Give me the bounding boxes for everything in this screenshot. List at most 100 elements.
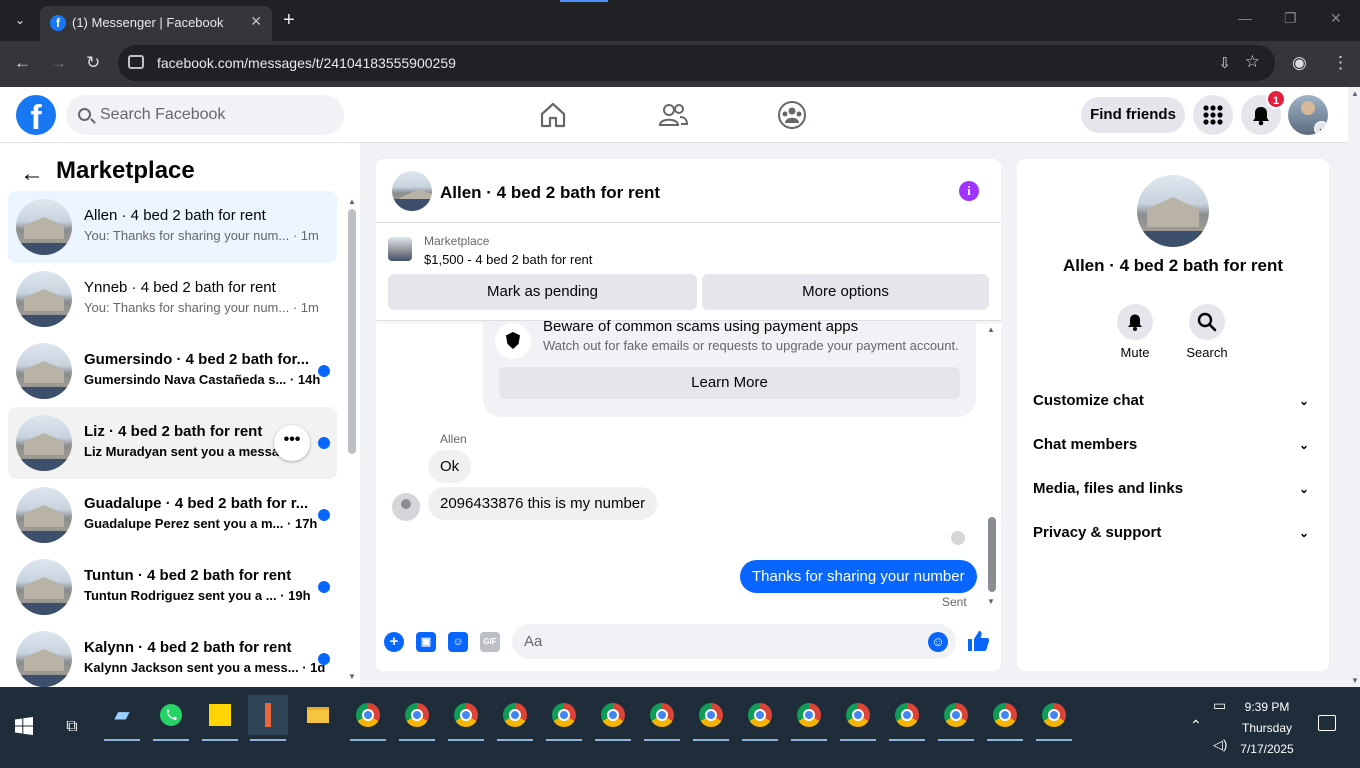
account-chevron-icon[interactable]: ⌄ [1314,121,1328,135]
home-icon[interactable] [537,99,569,131]
profile-icon[interactable]: ◉ [1292,53,1307,73]
chrome-app-icon[interactable] [593,695,633,741]
groups-icon[interactable] [776,99,808,131]
windows-start-icon[interactable] [15,717,33,735]
address-bar[interactable]: facebook.com/messages/t/2410418355590025… [118,45,1275,81]
chat-scrollbar-thumb[interactable] [988,517,996,592]
conversation-item[interactable]: Liz · 4 bed 2 bath for rent Liz Muradyan… [8,407,337,479]
list-scrollbar-thumb[interactable] [348,209,356,454]
tab-search-button[interactable]: ⌄ [8,9,32,31]
chrome-app-icon[interactable] [642,695,682,741]
tray-chevron-up-icon[interactable]: ⌃ [1190,717,1202,734]
mute-button[interactable] [1117,304,1153,340]
more-options-button[interactable]: More options [702,274,989,310]
browser-toolbar: ← → ↻ facebook.com/messages/t/2410418355… [0,41,1360,87]
conversation-item[interactable]: Allen · 4 bed 2 bath for rent You: Thank… [8,191,337,263]
listing-thumbnail[interactable] [388,237,412,261]
chrome-menu-icon[interactable]: ⋮ [1332,53,1349,73]
file-explorer-app-icon[interactable] [298,695,338,735]
bookmark-star-icon[interactable]: ☆ [1245,52,1260,72]
sender-avatar[interactable] [392,493,420,521]
search-box[interactable] [66,95,344,135]
browser-tab[interactable]: f (1) Messenger | Facebook ✕ [40,6,272,41]
search-input[interactable] [100,95,335,135]
chrome-app-icon[interactable] [691,695,731,741]
chrome-app-icon[interactable] [446,695,486,741]
details-avatar[interactable] [1137,175,1209,247]
chrome-app-icon[interactable] [740,695,780,741]
notepad-app-icon[interactable]: ▰ [102,695,142,741]
restore-button[interactable]: ❐ [1284,10,1297,27]
search-conversation-button[interactable] [1189,304,1225,340]
task-view-icon[interactable]: ⧉ [52,707,92,747]
message-bubble[interactable]: Thanks for sharing your number [740,560,977,593]
minimize-button[interactable]: — [1238,10,1252,26]
conversation-item[interactable]: Gumersindo · 4 bed 2 bath for... Gumersi… [8,335,337,407]
info-icon[interactable]: i [959,181,979,201]
emoji-icon[interactable]: ☺ [928,632,948,652]
message-box[interactable]: ☺ [512,624,956,659]
sticky-notes-app-icon[interactable] [200,695,240,741]
sticker-icon[interactable]: ☺ [448,632,468,652]
facebook-logo-icon[interactable]: f [16,95,56,135]
mark-pending-button[interactable]: Mark as pending [388,274,697,310]
close-window-button[interactable]: ✕ [1330,10,1342,27]
message-input[interactable] [524,624,904,659]
conversation-name: Gumersindo · 4 bed 2 bath for... [84,351,308,368]
chat-members-row[interactable]: Chat members ⌄ [1033,427,1313,463]
list-scroll-down-icon[interactable]: ▼ [348,672,356,681]
whatsapp-app-icon[interactable] [151,695,191,741]
more-options-icon[interactable]: ••• [274,425,310,461]
conversation-item[interactable]: Kalynn · 4 bed 2 bath for rent Kalynn Ja… [8,623,337,695]
install-app-icon[interactable]: ⇩ [1218,54,1231,72]
find-friends-button[interactable]: Find friends [1081,97,1185,133]
customize-chat-row[interactable]: Customize chat ⌄ [1033,383,1313,419]
chat-scroll-down-icon[interactable]: ▼ [987,597,995,606]
account-avatar[interactable]: ⌄ [1288,95,1328,135]
new-tab-button[interactable]: + [283,9,295,32]
chrome-app-icon[interactable] [838,695,878,741]
chrome-app-icon[interactable] [397,695,437,741]
learn-more-button[interactable]: Learn More [499,367,960,399]
list-scroll-up-icon[interactable]: ▲ [348,197,356,206]
reload-icon[interactable]: ↻ [86,53,100,73]
chrome-app-icon[interactable] [936,695,976,741]
back-icon[interactable]: ← [14,53,31,73]
message-bubble[interactable]: Ok [428,450,472,483]
chat-title[interactable]: Allen · 4 bed 2 bath for rent [440,183,660,203]
gif-icon[interactable]: GIF [480,632,500,652]
chrome-app-icon[interactable] [789,695,829,741]
chat-avatar[interactable] [392,171,432,211]
close-tab-icon[interactable]: ✕ [250,13,262,30]
photo-icon[interactable]: ▣ [416,632,436,652]
site-settings-icon[interactable] [128,55,144,69]
snipping-tool-app-icon[interactable] [248,695,288,741]
chat-scroll-up-icon[interactable]: ▲ [987,325,995,334]
volume-icon[interactable]: ◁) [1213,737,1227,753]
plus-icon[interactable]: + [384,632,404,652]
chrome-app-icon[interactable] [544,695,584,741]
chrome-app-icon[interactable] [985,695,1025,741]
page-scrollbar[interactable]: ▲ ▼ [1348,87,1360,687]
scroll-up-icon[interactable]: ▲ [1351,89,1359,98]
network-icon[interactable]: ▭ [1213,697,1226,714]
notification-center-icon[interactable] [1318,715,1336,731]
chrome-app-icon[interactable] [495,695,535,741]
forward-icon[interactable]: → [50,53,67,73]
chrome-app-icon[interactable] [887,695,927,741]
media-files-row[interactable]: Media, files and links ⌄ [1033,471,1313,507]
back-arrow-icon[interactable]: ← [20,160,44,188]
system-clock[interactable]: 9:39 PM Thursday 7/17/2025 [1237,697,1297,760]
chrome-app-icon[interactable] [1034,695,1074,741]
conversation-item[interactable]: Ynneb · 4 bed 2 bath for rent You: Thank… [8,263,337,335]
conversation-item[interactable]: Guadalupe · 4 bed 2 bath for r... Guadal… [8,479,337,551]
friends-icon[interactable] [657,99,689,131]
chrome-app-icon[interactable] [348,695,388,741]
listing-price[interactable]: $1,500 - 4 bed 2 bath for rent [424,252,592,267]
message-bubble[interactable]: 2096433876 this is my number [428,487,658,520]
menu-grid-button[interactable] [1193,95,1233,135]
privacy-support-row[interactable]: Privacy & support ⌄ [1033,515,1313,551]
scroll-down-icon[interactable]: ▼ [1351,676,1359,685]
conversation-item[interactable]: Tuntun · 4 bed 2 bath for rent Tuntun Ro… [8,551,337,623]
thumbs-up-icon[interactable] [966,629,990,653]
